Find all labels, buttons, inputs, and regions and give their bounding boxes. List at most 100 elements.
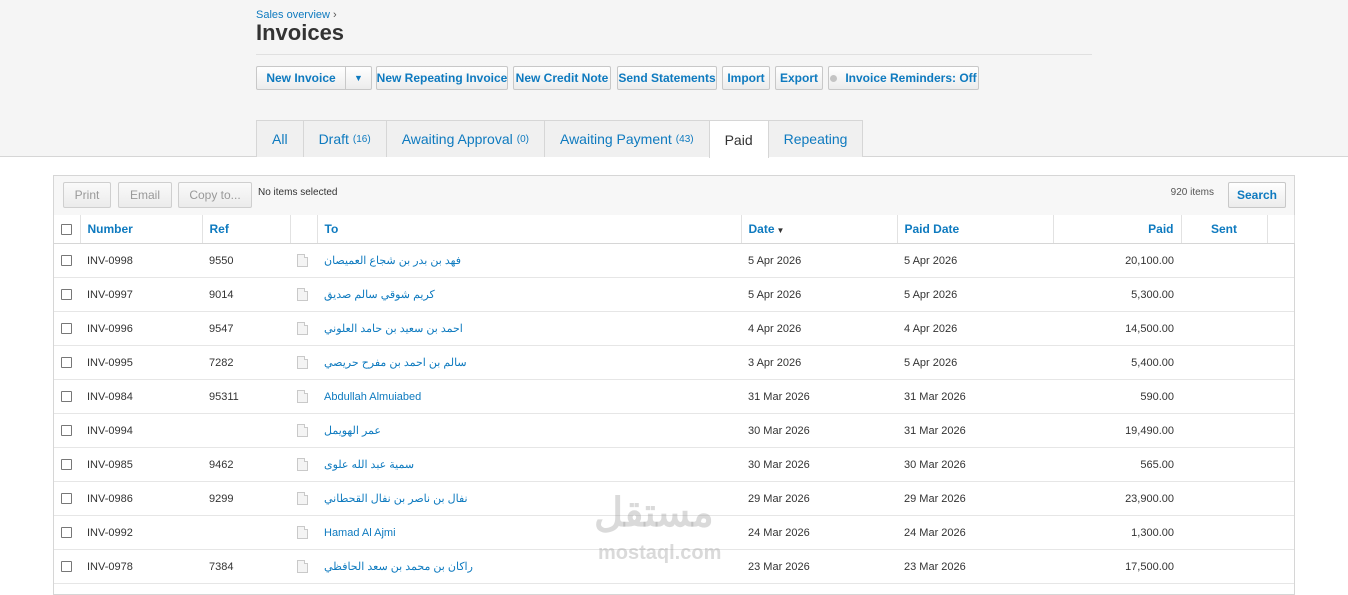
table-row[interactable]: INV-0998 9550 فهد بن بدر بن شجاع العميصان 5… [54, 243, 1294, 278]
document-icon[interactable] [297, 254, 308, 267]
column-to[interactable]: To [317, 215, 742, 244]
print-button[interactable]: Print [63, 182, 111, 208]
invoice-sent [1181, 447, 1267, 482]
invoice-ref [202, 515, 290, 550]
select-all-cell[interactable] [54, 215, 81, 244]
new-repeating-invoice-button[interactable]: New Repeating Invoice [376, 66, 508, 90]
tab-all[interactable]: All [256, 120, 304, 157]
document-icon[interactable] [297, 288, 308, 301]
invoice-contact[interactable]: فهد بن بدر بن شجاع العميصان [317, 243, 741, 278]
new-credit-note-button[interactable]: New Credit Note [513, 66, 611, 90]
document-icon[interactable] [297, 492, 308, 505]
row-select-cell[interactable] [54, 243, 80, 278]
email-button[interactable]: Email [118, 182, 172, 208]
column-ref[interactable]: Ref [202, 215, 291, 244]
invoice-contact[interactable]: سمية عبد الله علوى [317, 447, 741, 482]
invoice-number[interactable]: INV-0992 [80, 515, 202, 550]
copy-to-button[interactable]: Copy to... [178, 182, 252, 208]
document-icon[interactable] [297, 458, 308, 471]
new-invoice-button[interactable]: New Invoice [257, 67, 346, 89]
invoice-contact[interactable]: راكان بن محمد بن سعد الحافظي [317, 549, 741, 584]
row-checkbox[interactable] [61, 493, 72, 505]
export-button[interactable]: Export [775, 66, 823, 90]
row-checkbox[interactable] [61, 323, 72, 335]
invoice-number[interactable]: INV-0996 [80, 311, 202, 346]
row-checkbox[interactable] [61, 425, 72, 437]
row-select-cell[interactable] [54, 447, 80, 482]
column-sent[interactable]: Sent [1181, 215, 1268, 244]
import-button[interactable]: Import [722, 66, 770, 90]
new-invoice-split-button: New Invoice ▼ [256, 66, 372, 90]
column-date[interactable]: Date ▼ [741, 215, 898, 244]
row-checkbox[interactable] [61, 527, 72, 539]
invoice-contact[interactable]: عمر الهويمل [317, 413, 741, 448]
row-checkbox[interactable] [61, 391, 72, 403]
new-invoice-dropdown[interactable]: ▼ [346, 67, 371, 89]
tab-draft[interactable]: Draft (16) [302, 120, 387, 157]
table-row[interactable]: INV-0994 عمر الهويمل 30 Mar 2026 31 Mar 202… [54, 413, 1294, 448]
tab-paid[interactable]: Paid [708, 120, 769, 158]
item-count: 920 items [1170, 187, 1214, 198]
invoice-contact[interactable]: نفال بن ناصر بن نفال القحطاني [317, 481, 741, 516]
invoice-table: Number Ref To Date ▼ Paid Date Paid Sent … [54, 215, 1295, 584]
tab-repeating[interactable]: Repeating [767, 120, 864, 157]
table-row[interactable]: INV-0997 9014 كريم شوقي سالم صديق 5 Apr 202… [54, 277, 1294, 312]
invoice-number[interactable]: INV-0978 [80, 549, 202, 584]
invoice-number[interactable]: INV-0984 [80, 379, 202, 414]
column-number[interactable]: Number [80, 215, 203, 244]
document-icon[interactable] [297, 560, 308, 573]
row-select-cell[interactable] [54, 345, 80, 380]
row-checkbox[interactable] [61, 255, 72, 267]
row-select-cell[interactable] [54, 311, 80, 346]
invoice-contact[interactable]: سالم بن احمد بن مفرح حريصي [317, 345, 741, 380]
invoice-ref: 9462 [202, 447, 290, 482]
search-button[interactable]: Search [1228, 182, 1286, 208]
row-spacer [1267, 243, 1294, 278]
invoice-contact[interactable]: كريم شوقي سالم صديق [317, 277, 741, 312]
document-icon[interactable] [297, 356, 308, 369]
table-row[interactable]: INV-0996 9547 احمد بن سعيد بن حامد العلوني… [54, 311, 1294, 346]
select-all-checkbox[interactable] [61, 224, 72, 236]
row-checkbox[interactable] [61, 561, 72, 573]
row-select-cell[interactable] [54, 413, 80, 448]
row-select-cell[interactable] [54, 277, 80, 312]
invoice-number[interactable]: INV-0995 [80, 345, 202, 380]
invoice-paid-amount: 23,900.00 [1053, 481, 1181, 516]
row-checkbox[interactable] [61, 357, 72, 369]
row-checkbox[interactable] [61, 289, 72, 301]
invoice-number[interactable]: INV-0986 [80, 481, 202, 516]
document-icon[interactable] [297, 322, 308, 335]
invoice-paid-amount: 14,500.00 [1053, 311, 1181, 346]
document-icon[interactable] [297, 526, 308, 539]
table-row[interactable]: INV-0992 Hamad Al Ajmi 24 Mar 2026 24 Mar 2… [54, 515, 1294, 550]
invoice-contact[interactable]: Hamad Al Ajmi [317, 515, 741, 550]
invoice-contact[interactable]: Abdullah Almuiabed [317, 379, 741, 414]
page-title: Invoices [256, 20, 345, 45]
table-row[interactable]: INV-0985 9462 سمية عبد الله علوى 30 Mar 202… [54, 447, 1294, 482]
invoice-date: 29 Mar 2026 [741, 481, 897, 516]
invoice-number[interactable]: INV-0997 [80, 277, 202, 312]
tab-awaiting-payment[interactable]: Awaiting Payment (43) [543, 120, 710, 157]
row-select-cell[interactable] [54, 379, 80, 414]
invoice-sent [1181, 481, 1267, 516]
document-icon[interactable] [297, 424, 308, 437]
invoice-number[interactable]: INV-0985 [80, 447, 202, 482]
document-icon[interactable] [297, 390, 308, 403]
send-statements-button[interactable]: Send Statements [617, 66, 717, 90]
row-checkbox[interactable] [61, 459, 72, 471]
invoice-sent [1181, 549, 1267, 584]
table-row[interactable]: INV-0984 95311 Abdullah Almuiabed 31 Mar 20… [54, 379, 1294, 414]
invoice-number[interactable]: INV-0994 [80, 413, 202, 448]
invoice-reminders-button[interactable]: Invoice Reminders: Off [828, 66, 979, 90]
row-select-cell[interactable] [54, 515, 80, 550]
table-row[interactable]: INV-0978 7384 راكان بن محمد بن سعد الحافظي… [54, 549, 1294, 584]
invoice-number[interactable]: INV-0998 [80, 243, 202, 278]
table-row[interactable]: INV-0995 7282 سالم بن احمد بن مفرح حريصي 3 … [54, 345, 1294, 380]
column-paid[interactable]: Paid [1053, 215, 1182, 244]
tab-awaiting-approval[interactable]: Awaiting Approval (0) [385, 120, 545, 157]
column-paid-date[interactable]: Paid Date [897, 215, 1054, 244]
table-row[interactable]: INV-0986 9299 نفال بن ناصر بن نفال القحطان… [54, 481, 1294, 516]
row-select-cell[interactable] [54, 549, 80, 584]
invoice-contact[interactable]: احمد بن سعيد بن حامد العلوني [317, 311, 741, 346]
row-select-cell[interactable] [54, 481, 80, 516]
